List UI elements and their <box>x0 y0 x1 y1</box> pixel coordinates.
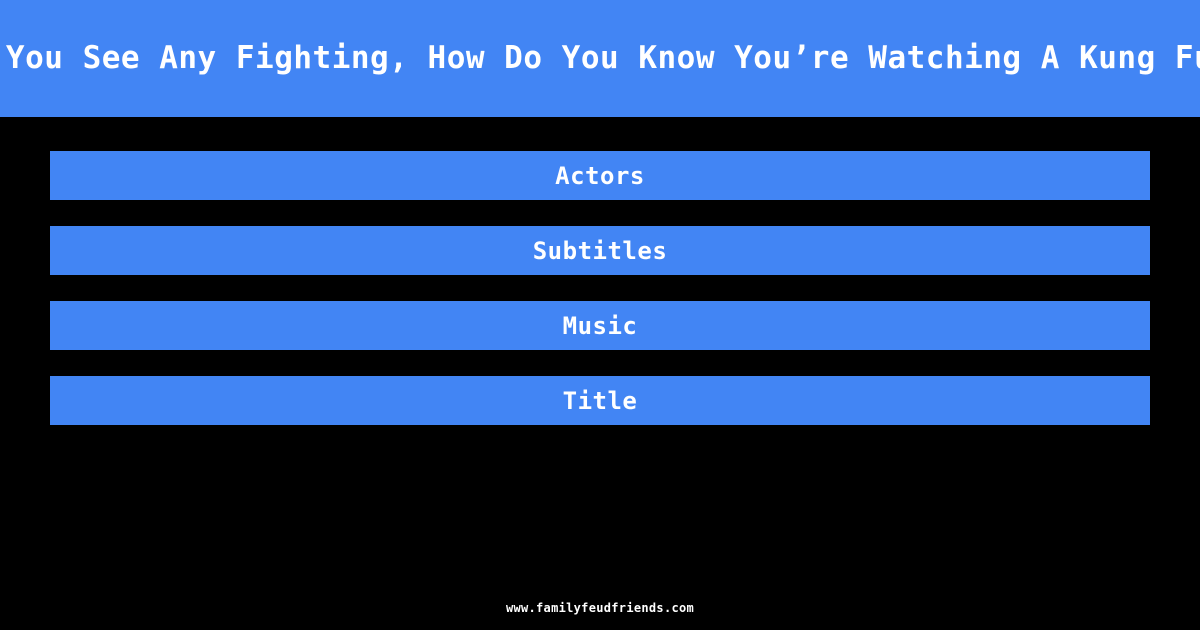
answer-label: Music <box>562 311 638 340</box>
answer-bar[interactable]: Music <box>50 301 1150 350</box>
site-url[interactable]: www.familyfeudfriends.com <box>506 601 694 615</box>
answer-label: Title <box>562 386 638 415</box>
footer: www.familyfeudfriends.com <box>0 597 1200 616</box>
answer-label: Actors <box>555 161 645 190</box>
answer-bar[interactable]: Subtitles <box>50 226 1150 275</box>
question-banner: Before You See Any Fighting, How Do You … <box>0 0 1200 117</box>
question-text: Before You See Any Fighting, How Do You … <box>0 40 1200 76</box>
answer-bar[interactable]: Actors <box>50 151 1150 200</box>
family-feud-answer-card: Before You See Any Fighting, How Do You … <box>0 0 1200 630</box>
answers-list: Actors Subtitles Music Title <box>0 117 1200 425</box>
answer-bar[interactable]: Title <box>50 376 1150 425</box>
answer-label: Subtitles <box>532 236 668 265</box>
